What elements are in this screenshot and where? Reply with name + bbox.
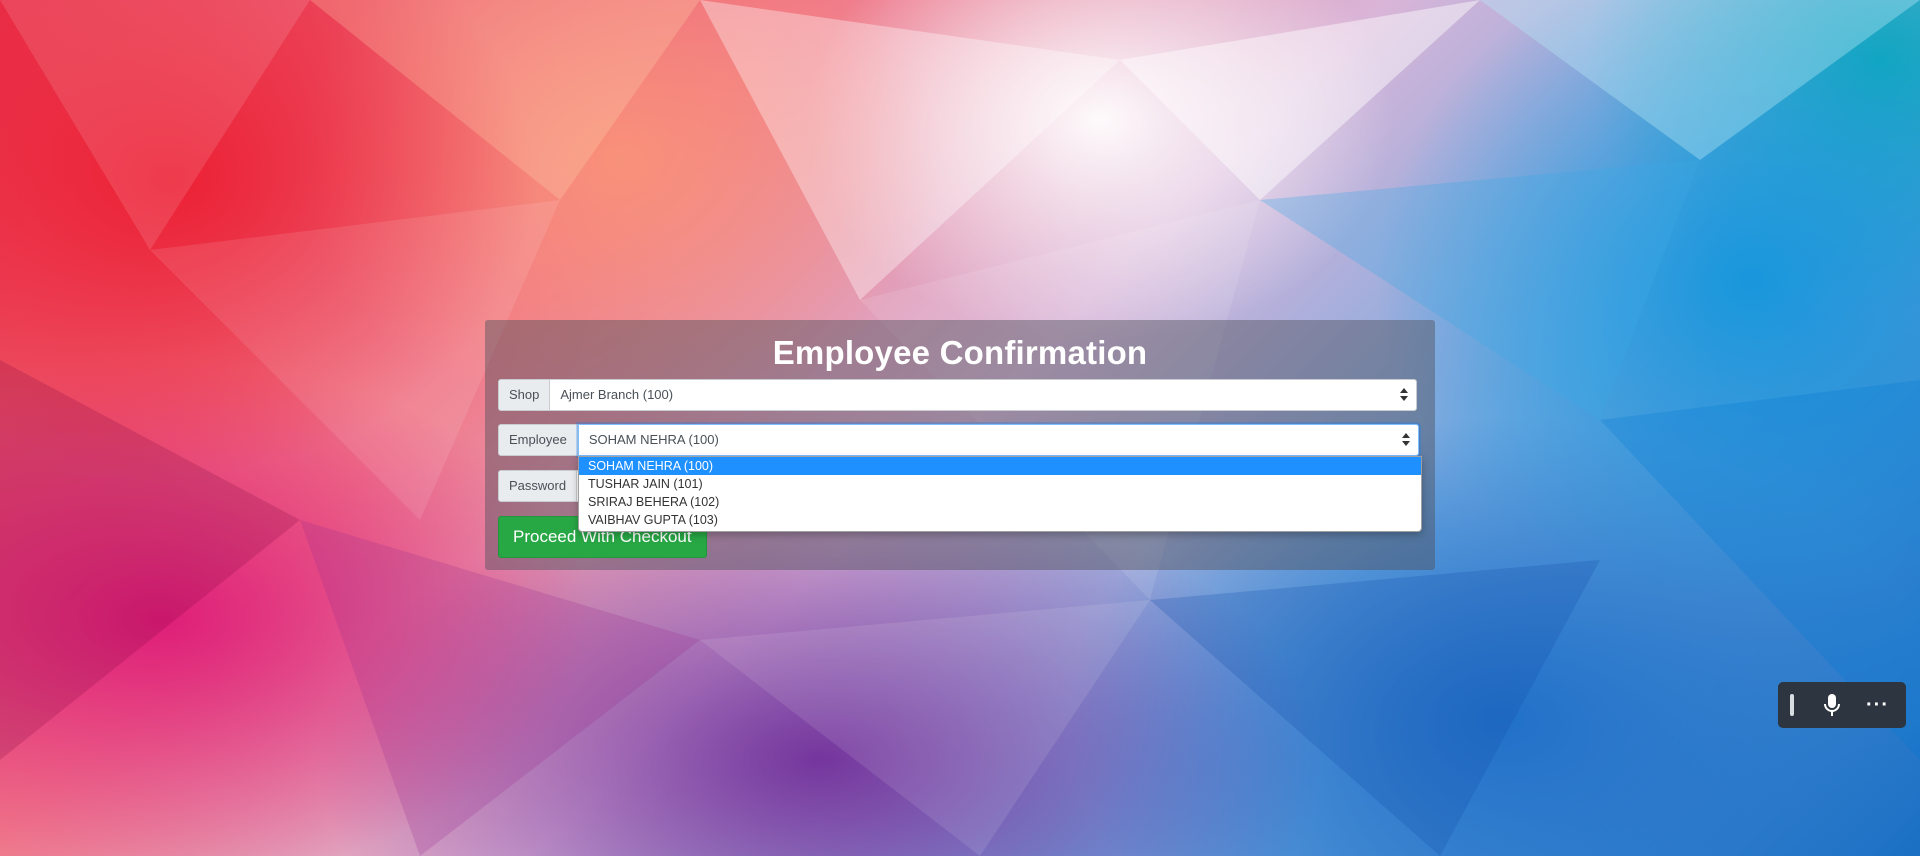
- employee-option[interactable]: VAIBHAV GUPTA (103): [579, 511, 1421, 529]
- select-arrows-icon: [1400, 388, 1409, 402]
- microphone-icon[interactable]: [1822, 693, 1842, 717]
- page-title: Employee Confirmation: [772, 334, 1148, 371]
- employee-confirmation-panel: Employee Confirmation Shop Ajmer Branch …: [485, 320, 1435, 570]
- shop-select[interactable]: Ajmer Branch (100): [550, 379, 1418, 411]
- employee-label: Employee: [498, 424, 578, 456]
- shop-label: Shop: [498, 379, 551, 411]
- employee-row: Employee SOHAM NEHRA (100): [498, 424, 1419, 456]
- password-label: Password: [498, 470, 578, 502]
- employee-option[interactable]: TUSHAR JAIN (101): [579, 475, 1421, 493]
- employee-option[interactable]: SOHAM NEHRA (100): [579, 457, 1421, 475]
- shop-row: Shop Ajmer Branch (100): [498, 379, 1418, 411]
- drag-handle-icon[interactable]: [1790, 694, 1794, 716]
- employee-dropdown-list: SOHAM NEHRA (100) TUSHAR JAIN (101) SRIR…: [578, 456, 1422, 532]
- employee-select-value: SOHAM NEHRA (100): [588, 432, 719, 447]
- employee-option[interactable]: SRIRAJ BEHERA (102): [579, 493, 1421, 511]
- more-options-icon[interactable]: ···: [1866, 695, 1889, 715]
- shop-select-value: Ajmer Branch (100): [560, 387, 674, 402]
- select-arrows-icon: [1401, 433, 1410, 447]
- voice-toolbar: ···: [1778, 682, 1906, 728]
- employee-select[interactable]: SOHAM NEHRA (100): [577, 424, 1419, 456]
